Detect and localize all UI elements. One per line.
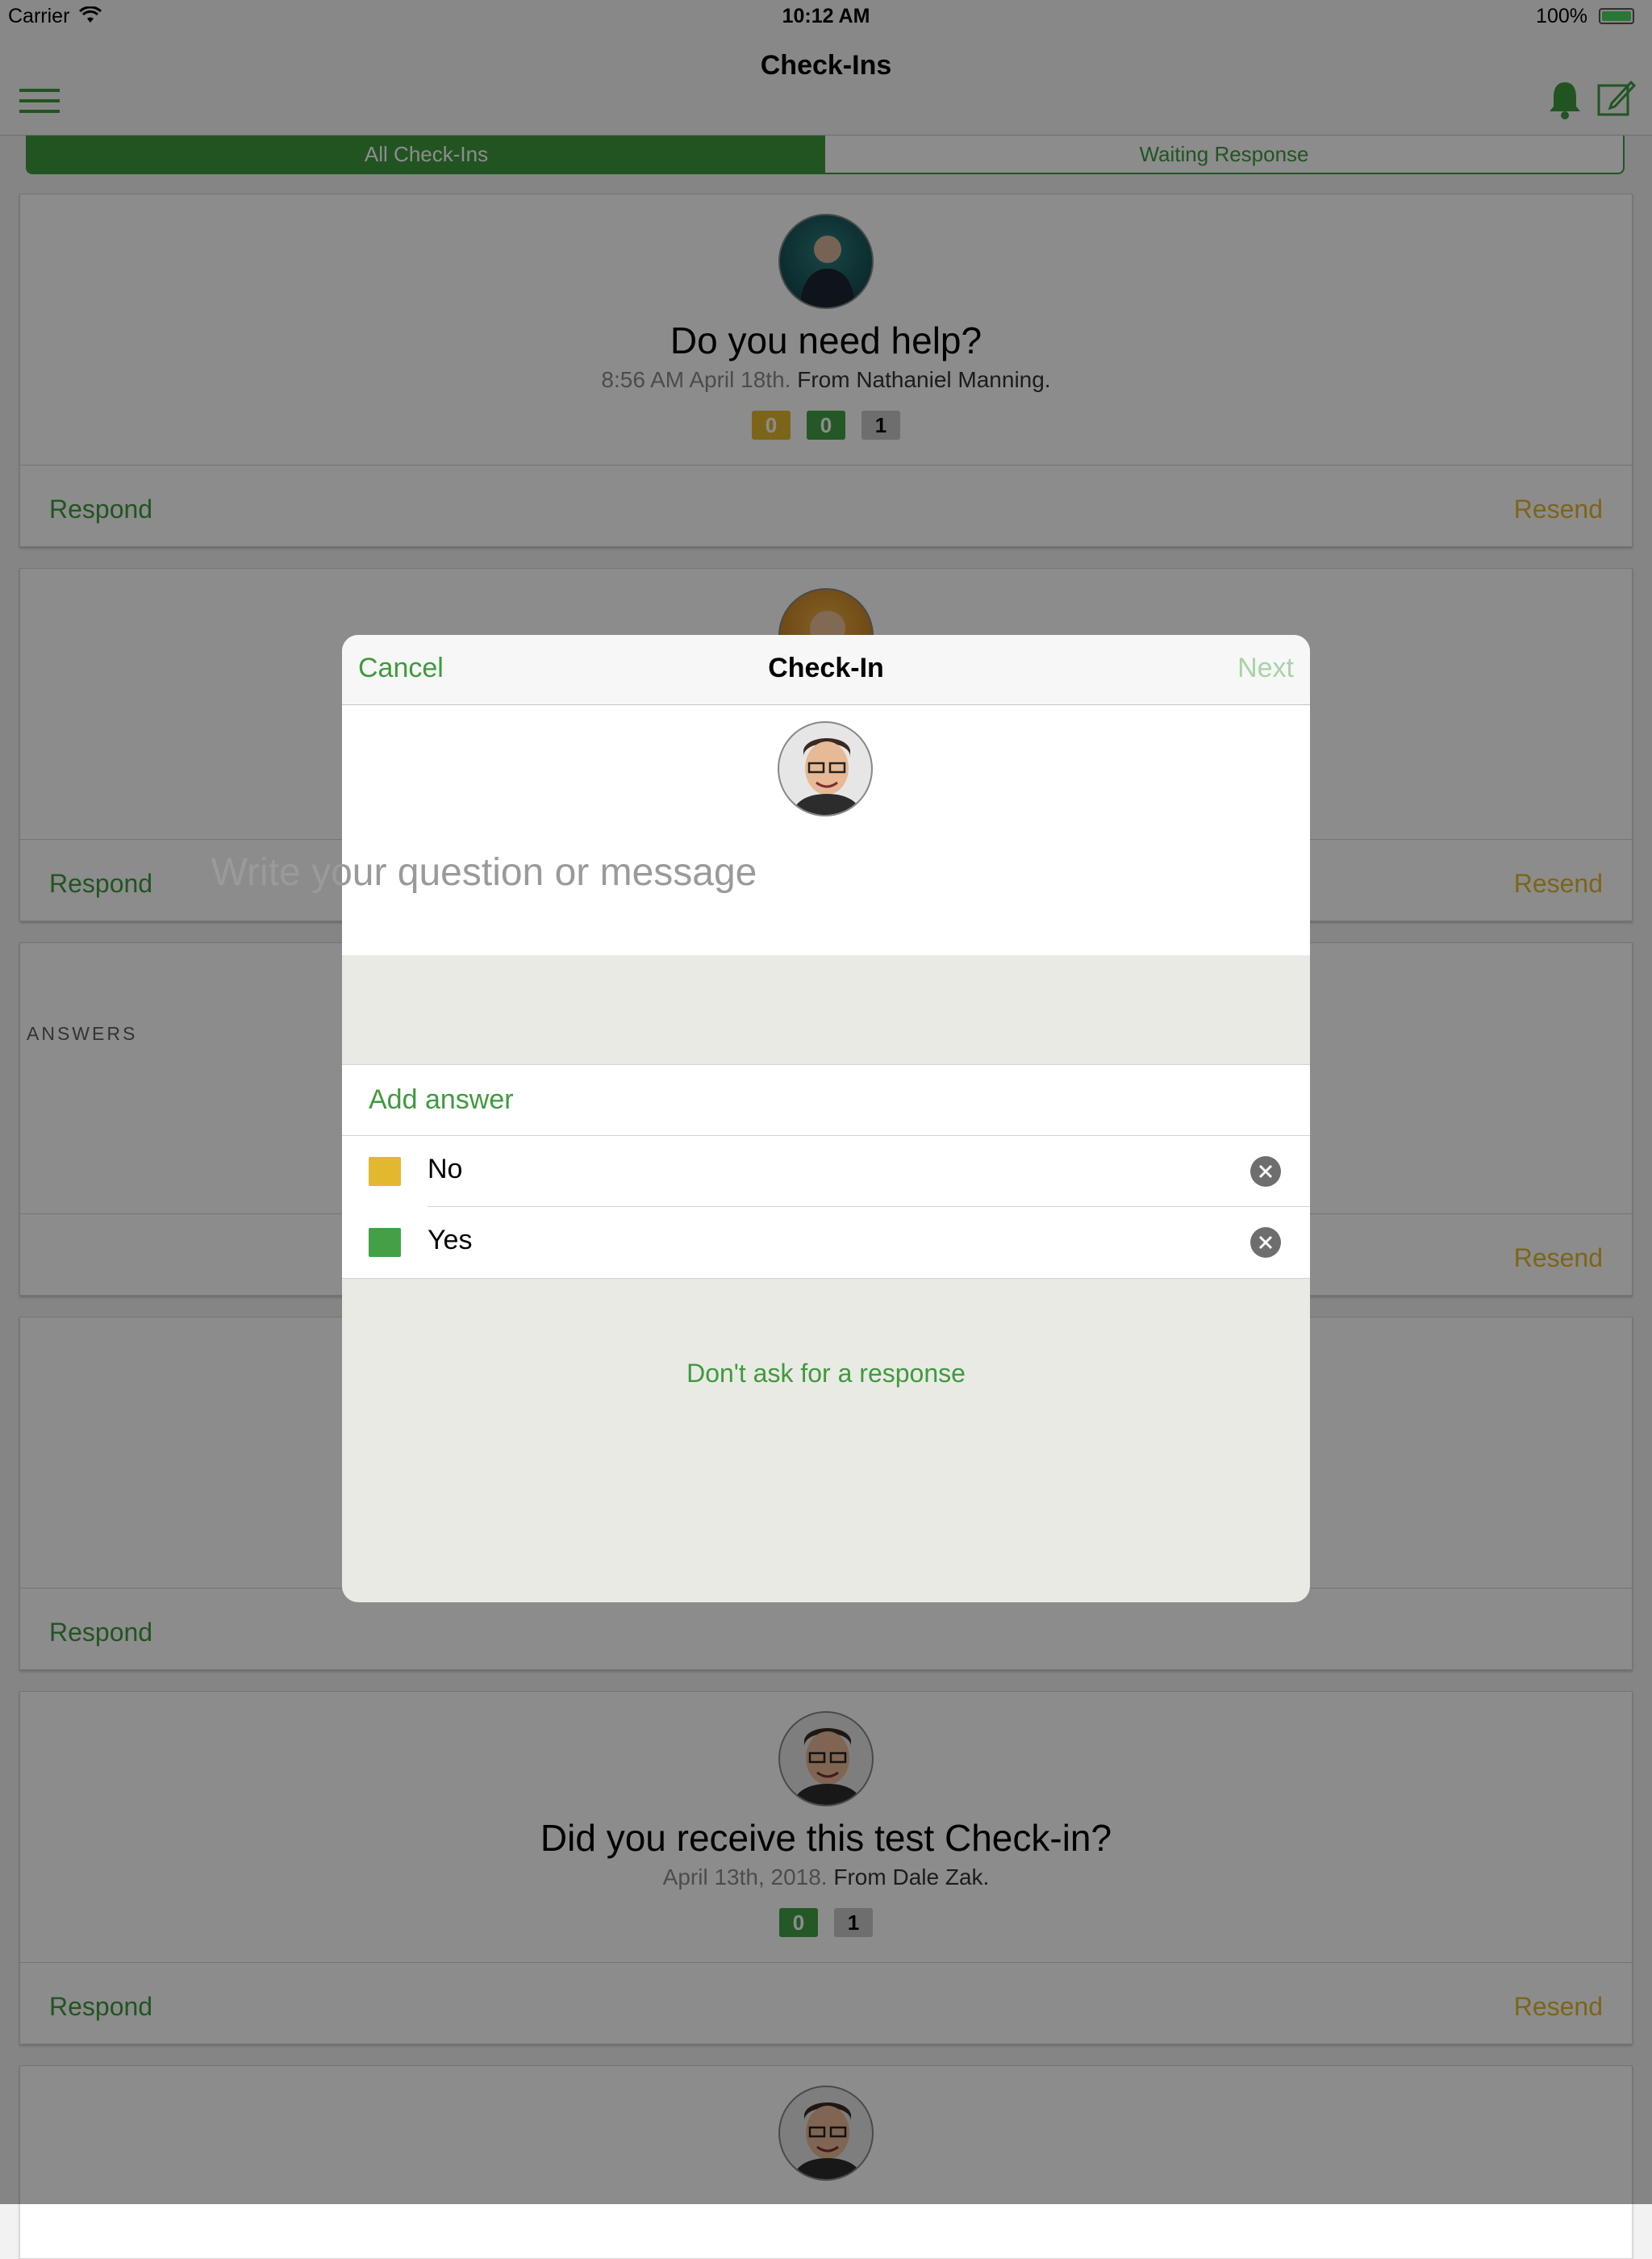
clear-icon: [1258, 1164, 1273, 1179]
answer-label[interactable]: Yes: [428, 1225, 472, 1256]
modal-title: Check-In: [768, 653, 884, 683]
message-compose-area[interactable]: [342, 705, 1310, 955]
answer-row[interactable]: Yes: [342, 1207, 1310, 1278]
answer-color-swatch[interactable]: [369, 1157, 401, 1186]
add-answer-row[interactable]: Add answer: [342, 1065, 1310, 1136]
next-button[interactable]: Next: [1237, 653, 1294, 684]
answers-section-header: ANSWERS: [27, 1023, 138, 1044]
clear-icon: [1258, 1235, 1273, 1250]
message-input[interactable]: Write your question or message: [0, 850, 968, 895]
answer-label[interactable]: No: [428, 1154, 462, 1185]
answer-color-swatch[interactable]: [369, 1228, 401, 1257]
remove-answer-button[interactable]: [1250, 1227, 1281, 1258]
remove-answer-button[interactable]: [1250, 1156, 1281, 1187]
add-answer-button[interactable]: Add answer: [369, 1084, 514, 1116]
answer-row[interactable]: No: [342, 1136, 1310, 1207]
modal-header: Cancel Check-In Next: [342, 635, 1310, 705]
avatar: [778, 721, 873, 816]
answers-list: Add answer No Yes: [342, 1064, 1310, 1279]
dont-ask-response-button[interactable]: Don't ask for a response: [342, 1359, 1310, 1388]
